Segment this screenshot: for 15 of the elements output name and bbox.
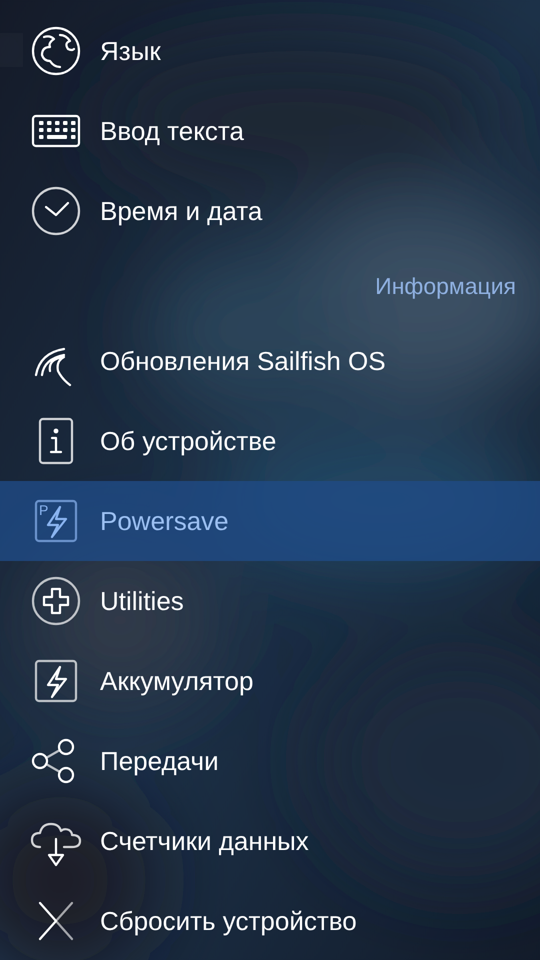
menu-item[interactable]: Ввод текста — [0, 91, 540, 171]
menu-item[interactable]: Сбросить устройство — [0, 881, 540, 960]
menu-item[interactable]: Обновления Sailfish OS — [0, 321, 540, 401]
clock-icon — [30, 185, 82, 237]
menu-item[interactable]: Время и дата — [0, 171, 540, 251]
menu-item[interactable]: Счетчики данных — [0, 801, 540, 881]
menu-item[interactable]: Передачи — [0, 721, 540, 801]
menu-item[interactable]: Utilities — [0, 561, 540, 641]
menu-item[interactable]: Аккумулятор — [0, 641, 540, 721]
plus-icon — [30, 575, 82, 627]
menu-item[interactable]: Язык — [0, 11, 540, 91]
menu-item[interactable]: P Powersave — [0, 481, 540, 561]
section-header: Информация — [375, 272, 516, 301]
menu-item[interactable]: Об устройстве — [0, 401, 540, 481]
globe-icon — [30, 25, 82, 77]
